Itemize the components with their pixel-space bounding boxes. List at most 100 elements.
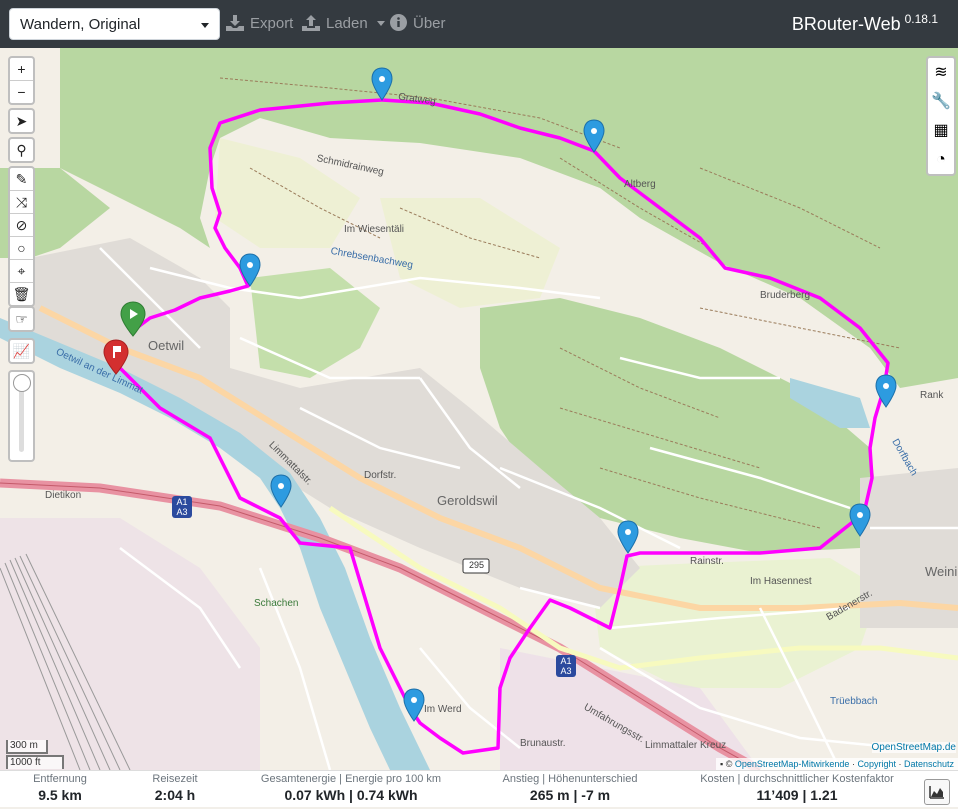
route-295-label: 295: [469, 560, 485, 570]
stat-cost-label: Kosten | durchschnittlicher Kostenfaktor: [700, 773, 894, 785]
meadow-area: [215, 138, 360, 248]
leaflet-flag-icon: ▪: [720, 759, 724, 769]
caret-down-icon: [376, 21, 385, 26]
place-label-limmattaler-kreuz: Limmattaler Kreuz: [645, 740, 727, 751]
place-label-rank: Rank: [920, 390, 944, 401]
zoom-out-button[interactable]: −: [10, 81, 33, 103]
map[interactable]: A1 A3 A1 A3 295 Oetwil Geroldswil Dietikon…: [0, 48, 958, 770]
place-label-schachen: Schachen: [254, 598, 299, 609]
pan-control: ☞: [8, 306, 35, 332]
search-button[interactable]: ⚲: [10, 139, 33, 161]
forest-area: [250, 268, 380, 378]
osm-link[interactable]: OpenStreetMap.de: [871, 742, 956, 753]
stat-ascent-label: Anstieg | Höhenunterschied: [502, 773, 638, 785]
right-control-bar: ≋ 🔧 ▦ ◔: [926, 56, 956, 176]
place-label-weiningen: Weining: [925, 564, 958, 579]
draw-toolbar: ✎ ⤨ ⊘ ○ ⌖ 🗑: [8, 166, 35, 307]
zoom-control: + −: [8, 56, 35, 105]
load-label: Laden: [326, 15, 368, 32]
info-circle-icon: [390, 14, 407, 31]
layers-icon: ≋: [934, 64, 948, 81]
place-label-im-werd: Im Werd: [424, 704, 462, 715]
navbar: Wandern, Original Export Laden Über BRou…: [0, 0, 958, 48]
analysis-button[interactable]: ◔: [928, 145, 954, 174]
search-icon: ⚲: [16, 142, 27, 158]
place-label-dietikon: Dietikon: [45, 490, 82, 501]
table-button[interactable]: ▦: [928, 116, 954, 145]
locate-button[interactable]: ➤: [10, 110, 33, 132]
meadow-area: [380, 198, 560, 308]
zoom-in-button[interactable]: +: [10, 58, 33, 81]
chevron-down-icon: [201, 23, 209, 28]
about-label: Über: [413, 15, 446, 32]
stat-time: Reisezeit 2:04 h: [140, 773, 210, 805]
area-chart-icon: [929, 786, 944, 799]
settings-button[interactable]: 🔧: [928, 87, 954, 116]
wrench-icon: 🔧: [931, 93, 951, 110]
label-trubbach: Trüebbach: [830, 696, 878, 707]
scale-imperial: 1000 ft: [6, 755, 64, 769]
brand-version: 0.18.1: [904, 12, 938, 26]
about-button[interactable]: Über: [390, 13, 446, 35]
stat-distance-value: 9.5 km: [38, 787, 82, 803]
map-tiles: [0, 48, 958, 770]
slider-track: [19, 382, 24, 452]
a1-a3-shield-bottom-label: A1 A3: [560, 656, 572, 676]
location-arrow-icon: ➤: [15, 113, 28, 129]
toggle-markers-button[interactable]: ⌖: [10, 260, 33, 283]
slider-thumb[interactable]: [13, 374, 31, 392]
draw-poi-button[interactable]: ○: [10, 237, 33, 260]
ban-icon: ⊘: [15, 217, 28, 233]
search-control: ⚲: [8, 137, 35, 163]
line-chart-icon: 📈: [12, 343, 31, 359]
load-button[interactable]: Laden: [302, 13, 385, 35]
route-stats-bar: Entfernung 9.5 km Reisezeit 2:04 h Gesam…: [0, 770, 958, 807]
copyright-link[interactable]: Copyright: [857, 759, 896, 769]
place-label-oetwil: Oetwil: [148, 338, 185, 353]
hand-button[interactable]: ☞: [10, 308, 33, 330]
stat-ascent-value: 265 m | -7 m: [529, 787, 611, 803]
export-button[interactable]: Export: [226, 13, 293, 35]
stat-distance: Entfernung 9.5 km: [22, 773, 98, 805]
stat-ascent: Anstieg | Höhenunterschied 265 m | -7 m: [500, 773, 640, 805]
draw-route-button[interactable]: ✎: [10, 168, 33, 191]
label-dorfstr: Dorfstr.: [364, 470, 397, 481]
circle-icon: ○: [17, 240, 26, 256]
stat-cost-value: 11’409 | 1.21: [756, 787, 838, 803]
locate-control: ➤: [8, 108, 35, 134]
delete-route-button[interactable]: ⊘: [10, 214, 33, 237]
scale-bar: 300 m 1000 ft: [6, 740, 64, 770]
table-icon: ▦: [933, 122, 949, 139]
label-brunaustr: Brunaustr.: [520, 738, 566, 749]
elevation-button[interactable]: 📈: [10, 340, 33, 362]
scale-metric: 300 m: [6, 740, 48, 754]
label-im-wiesentali: Im Wiesentäli: [344, 224, 405, 235]
a1-a3-shield-top-label: A1 A3: [176, 497, 188, 517]
attribution: ▪ © OpenStreetMap-Mitwirkende · Copyrigh…: [716, 758, 958, 770]
stat-time-label: Reisezeit: [152, 773, 198, 785]
brand-name: BRouter-Web: [791, 14, 901, 34]
stat-energy-value: 0.07 kWh | 0.74 kWh: [284, 787, 418, 803]
layers-button[interactable]: ≋: [928, 58, 954, 87]
map-marker-slash-icon: ⌖: [17, 263, 26, 279]
upload-icon: [302, 15, 320, 31]
stat-cost: Kosten | durchschnittlicher Kostenfaktor…: [700, 773, 894, 805]
reverse-route-button[interactable]: ⤨: [10, 191, 33, 214]
opacity-slider[interactable]: [8, 370, 35, 462]
shuffle-icon: ⤨: [15, 194, 28, 210]
download-icon: [226, 15, 244, 31]
profile-select-value: Wandern, Original: [20, 16, 141, 33]
trash-icon: 🗑: [12, 286, 31, 302]
label-rainstr: Rainstr.: [690, 556, 724, 567]
place-label-bruderberg: Bruderberg: [760, 290, 811, 301]
osm-contributors-link[interactable]: OpenStreetMap-Mitwirkende: [735, 759, 850, 769]
delete-all-button[interactable]: 🗑: [10, 283, 33, 305]
attribution-prefix: ©: [725, 759, 735, 769]
export-label: Export: [250, 15, 294, 32]
elevation-control: 📈: [8, 338, 35, 364]
stat-distance-label: Entfernung: [33, 773, 87, 785]
elevation-chart-button[interactable]: [924, 779, 950, 805]
profile-select[interactable]: Wandern, Original: [9, 8, 220, 40]
place-label-altberg: Altberg: [624, 179, 656, 190]
privacy-link[interactable]: Datenschutz: [904, 759, 954, 769]
